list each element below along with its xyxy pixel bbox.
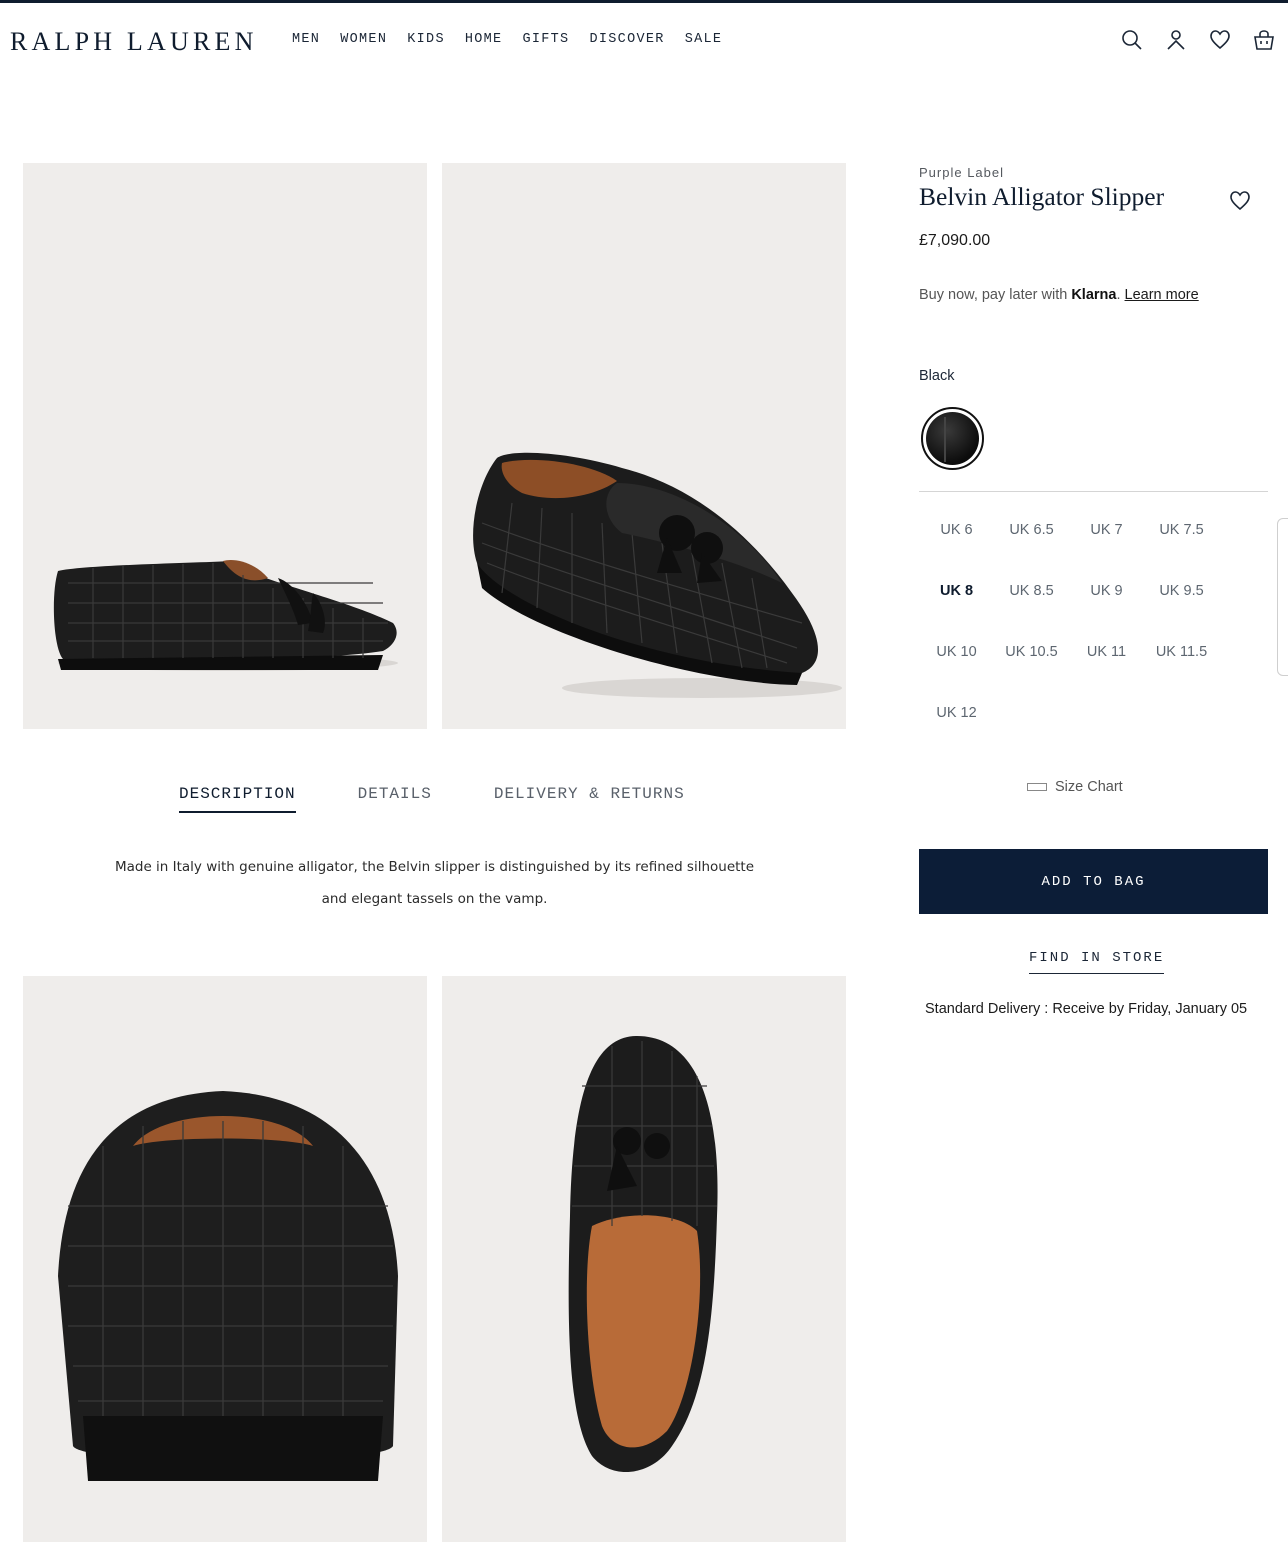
size-option[interactable]: UK 11 [1069,642,1144,663]
size-option[interactable]: UK 6 [919,520,994,541]
description-line-1: Made in Italy with genuine alligator, th… [114,859,755,875]
tab-delivery-returns[interactable]: DELIVERY & RETURNS [494,785,685,813]
product-title: Belvin Alligator Slipper [919,182,1165,211]
bag-icon[interactable] [1252,28,1276,52]
klarna-dot: . [1116,287,1121,303]
site-header: RALPH LAUREN MEN WOMEN KIDS HOME GIFTS D… [0,3,1288,77]
description-line-2: and elegant tassels on the vamp. [321,891,548,907]
size-grid: UK 6 UK 6.5 UK 7 UK 7.5 UK 8 UK 8.5 UK 9… [919,520,1219,724]
nav-sale[interactable]: SALE [685,32,723,47]
product-info-tabs: DESCRIPTION DETAILS DELIVERY & RETURNS [179,785,685,813]
product-image-side[interactable] [23,163,427,729]
nav-home[interactable]: HOME [465,32,503,47]
color-swatch-black[interactable] [921,407,984,470]
nav-women[interactable]: WOMEN [340,32,387,47]
size-option[interactable]: UK 10 [919,642,994,663]
wishlist-icon[interactable] [1208,28,1232,52]
account-icon[interactable] [1164,28,1188,52]
product-image-back[interactable] [23,976,427,1542]
ruler-icon [1027,783,1047,791]
learn-more-link[interactable]: Learn more [1125,287,1199,303]
klarna-text: Buy now, pay later with [919,287,1072,303]
product-image-top[interactable] [442,976,846,1542]
size-option[interactable]: UK 7.5 [1144,520,1219,541]
header-icons [1120,28,1276,52]
size-option[interactable]: UK 11.5 [1144,642,1219,663]
product-image-angle[interactable] [442,163,846,729]
product-brand[interactable]: Purple Label [919,165,1269,180]
klarna-brand: Klarna [1071,287,1117,303]
nav-men[interactable]: MEN [292,32,320,47]
divider [919,491,1268,492]
size-option[interactable]: UK 6.5 [994,520,1069,541]
nav-gifts[interactable]: GIFTS [522,32,569,47]
add-to-wishlist-icon[interactable] [1227,189,1253,213]
size-option[interactable]: UK 12 [919,703,994,724]
side-feedback-tab[interactable] [1277,518,1288,676]
size-option[interactable]: UK 9 [1069,581,1144,602]
product-price: £7,090.00 [919,232,991,249]
klarna-message: Buy now, pay later with Klarna. Learn mo… [919,287,1199,303]
color-label: Black [919,368,955,384]
size-chart-link[interactable]: Size Chart [1027,779,1123,795]
nav-kids[interactable]: KIDS [407,32,445,47]
size-option[interactable]: UK 9.5 [1144,581,1219,602]
size-option[interactable]: UK 7 [1069,520,1144,541]
ralph-lauren-logo[interactable]: RALPH LAUREN [10,27,258,57]
product-description: Made in Italy with genuine alligator, th… [23,851,846,915]
size-chart-label: Size Chart [1055,779,1123,795]
search-icon[interactable] [1120,28,1144,52]
size-option-selected[interactable]: UK 8 [919,581,994,602]
size-option[interactable]: UK 8.5 [994,581,1069,602]
tab-details[interactable]: DETAILS [358,785,432,813]
main-nav: MEN WOMEN KIDS HOME GIFTS DISCOVER SALE [292,32,722,47]
add-to-bag-button[interactable]: ADD TO BAG [919,849,1268,914]
size-option[interactable]: UK 10.5 [994,642,1069,663]
find-in-store-link[interactable]: FIND IN STORE [1029,950,1165,974]
nav-discover[interactable]: DISCOVER [589,32,664,47]
product-detail-panel: Purple Label Belvin Alligator Slipper £7… [919,165,1269,1017]
tab-description[interactable]: DESCRIPTION [179,785,296,813]
delivery-estimate: Standard Delivery : Receive by Friday, J… [925,1001,1248,1017]
